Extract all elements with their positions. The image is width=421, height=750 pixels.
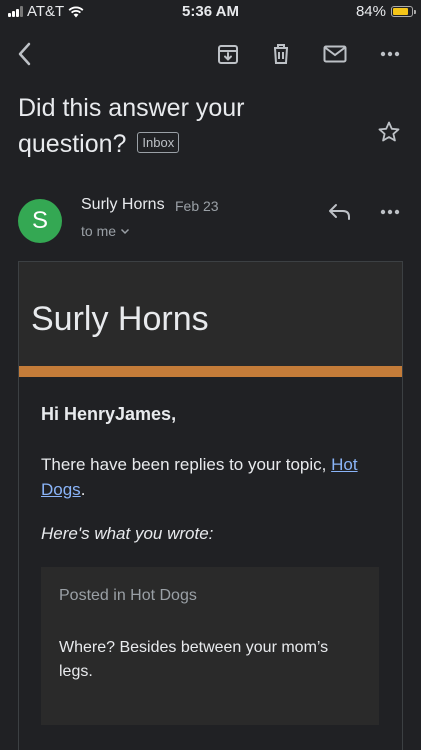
trash-icon — [274, 44, 288, 64]
star-icon — [378, 121, 400, 142]
email-body: Surly Horns Hi HenryJames, There have be… — [18, 261, 403, 750]
reply-notice: There have been replies to your topic, H… — [41, 452, 380, 502]
battery-level — [393, 8, 409, 15]
mail-icon — [323, 45, 347, 63]
email-content: Hi HenryJames, There have been replies t… — [19, 377, 402, 725]
inbox-label-badge[interactable]: Inbox — [137, 132, 180, 153]
back-arrow-icon — [18, 42, 31, 66]
brand-name: Surly Horns — [31, 300, 209, 338]
email-toolbar — [0, 36, 421, 72]
archive-button[interactable] — [214, 40, 242, 68]
more-icon — [380, 51, 400, 57]
posted-in-label: Posted in Hot Dogs — [59, 587, 197, 604]
email-greeting: Hi HenryJames, — [41, 404, 177, 424]
status-bar: AT&T 5:36 AM 84% — [0, 0, 421, 24]
chevron-down-icon — [120, 228, 130, 234]
message-date: Feb 23 — [175, 198, 219, 214]
battery-icon — [391, 6, 416, 17]
email-subject: Did this answer your question? Inbox — [18, 90, 358, 162]
reply-icon — [329, 204, 350, 220]
reply-button[interactable] — [326, 199, 354, 225]
recipient-details-toggle[interactable]: to me — [81, 223, 130, 239]
subject-title: Did this answer your question? — [18, 94, 245, 158]
more-options-button[interactable] — [376, 40, 404, 68]
status-right: 84% — [355, 3, 416, 20]
recipient-label: to me — [81, 223, 117, 239]
brand-header: Surly Horns — [19, 262, 402, 366]
battery-percent: 84% — [355, 3, 386, 20]
star-button[interactable] — [377, 120, 401, 149]
more-icon — [380, 209, 400, 215]
archive-icon — [218, 45, 238, 64]
quoted-post-text: Where? Besides between your mom’s legs. — [59, 639, 329, 680]
reply-notice-text: There have been replies to your topic, — [41, 455, 332, 474]
sender-name[interactable]: Surly Horns — [81, 196, 165, 214]
quoted-post: Posted in Hot Dogs Where? Besides betwee… — [41, 567, 379, 725]
delete-button[interactable] — [267, 40, 295, 68]
reply-notice-end: . — [80, 480, 86, 499]
brand-accent-bar — [19, 366, 402, 377]
wrote-label: Here's what you wrote: — [41, 524, 214, 543]
mark-unread-button[interactable] — [321, 40, 349, 68]
sender-avatar[interactable]: S — [18, 199, 62, 243]
message-more-button[interactable] — [376, 199, 404, 225]
back-button[interactable] — [11, 40, 39, 68]
